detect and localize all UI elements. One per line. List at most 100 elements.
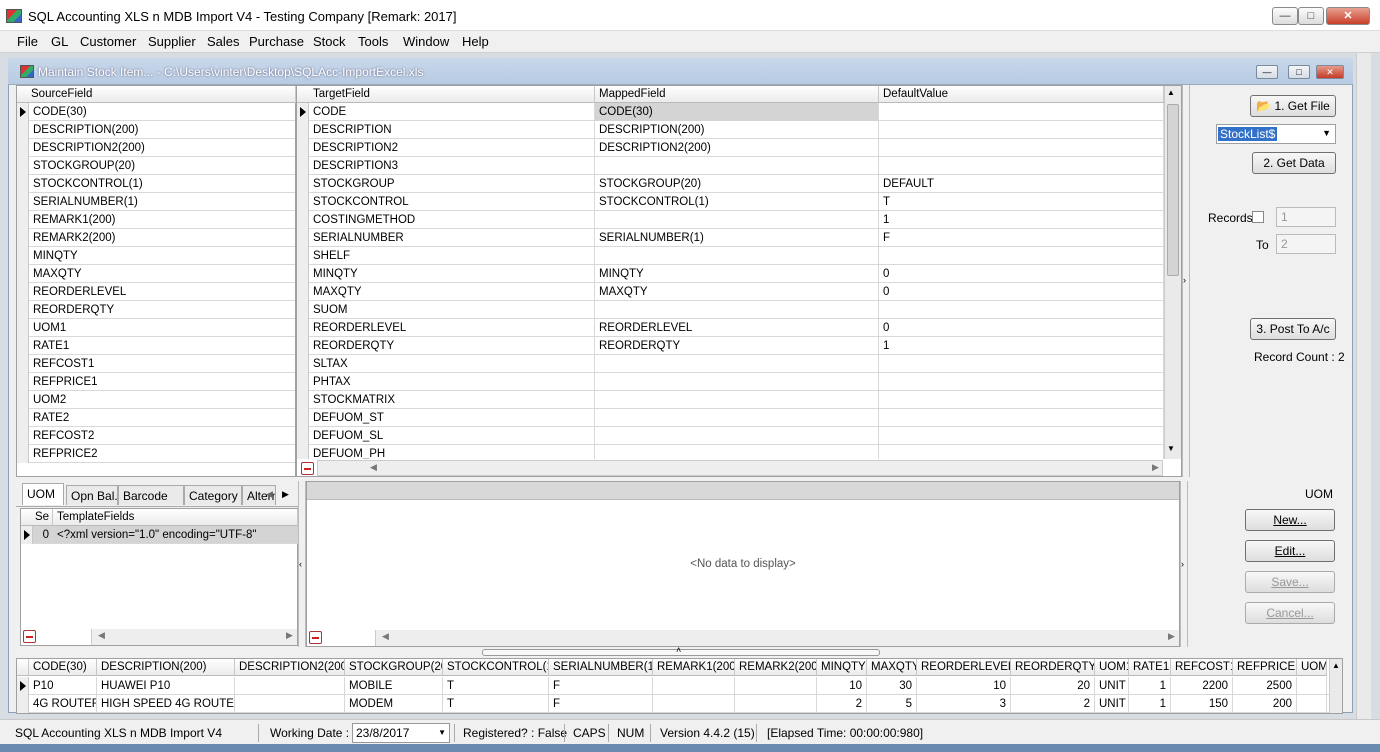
mapping-row[interactable]: SUOM — [297, 301, 1164, 319]
mapping-row[interactable]: STOCKCONTROL STOCKCONTROL(1) T — [297, 193, 1164, 211]
mapped-field-cell[interactable]: MAXQTY — [595, 283, 879, 301]
mapped-field-cell[interactable]: SERIALNUMBER(1) — [595, 229, 879, 247]
default-value-cell[interactable]: 1 — [879, 337, 1164, 355]
new-button[interactable]: New... — [1245, 509, 1335, 531]
mapped-field-cell[interactable]: REORDERLEVEL — [595, 319, 879, 337]
default-value-cell[interactable] — [879, 103, 1164, 121]
mapped-field-cell[interactable] — [595, 391, 879, 409]
cancel-button[interactable]: Cancel... — [1245, 602, 1335, 624]
source-row[interactable]: REFPRICE1 — [17, 373, 295, 391]
splitter-arrow-icon[interactable]: › — [1181, 559, 1184, 569]
data-column-header[interactable]: UOM1 — [1095, 659, 1129, 676]
data-vertical-scrollbar[interactable]: ▲ — [1329, 659, 1342, 713]
mapping-row[interactable]: DESCRIPTION2 DESCRIPTION2(200) — [297, 139, 1164, 157]
mapped-field-cell[interactable]: STOCKCONTROL(1) — [595, 193, 879, 211]
default-value-cell[interactable] — [879, 373, 1164, 391]
scroll-up-icon[interactable]: ▲ — [1167, 88, 1175, 97]
data-column-header[interactable]: MINQTY — [817, 659, 867, 676]
data-column-header[interactable]: REMARK1(200) — [653, 659, 735, 676]
data-column-header[interactable]: REORDERQTY — [1011, 659, 1095, 676]
minimize-icon[interactable]: — — [1272, 7, 1298, 25]
menu-help[interactable]: Help — [462, 34, 489, 49]
data-row[interactable]: 4G ROUTER HIGH SPEED 4G ROUTER MODEM T F 2 5 3 2… — [17, 695, 1329, 713]
sequence-header[interactable]: Se — [21, 509, 53, 526]
mapped-field-cell[interactable]: DESCRIPTION2(200) — [595, 139, 879, 157]
source-row[interactable]: MINQTY — [17, 247, 295, 265]
source-row[interactable]: RATE1 — [17, 337, 295, 355]
mapping-row[interactable]: REORDERLEVEL REORDERLEVEL 0 — [297, 319, 1164, 337]
chevron-down-icon[interactable]: ▼ — [1322, 128, 1331, 138]
chevron-up-icon[interactable]: ˄ — [676, 645, 681, 655]
data-column-header[interactable]: CODE(30) — [29, 659, 97, 676]
edit-button[interactable]: Edit... — [1245, 540, 1335, 562]
source-row[interactable]: REFCOST2 — [17, 427, 295, 445]
default-value-cell[interactable] — [879, 427, 1164, 445]
scroll-left-icon[interactable]: ◀ — [98, 630, 105, 641]
mapping-row[interactable]: STOCKMATRIX — [297, 391, 1164, 409]
mapping-row[interactable]: REORDERQTY REORDERQTY 1 — [297, 337, 1164, 355]
data-column-header[interactable]: REMARK2(200) — [735, 659, 817, 676]
source-row[interactable]: STOCKCONTROL(1) — [17, 175, 295, 193]
mapped-field-cell[interactable] — [595, 211, 879, 229]
data-column-header[interactable]: RATE1 — [1129, 659, 1171, 676]
get-data-button[interactable]: 2. Get Data — [1252, 152, 1336, 174]
scroll-right-icon[interactable]: ▶ — [286, 630, 293, 641]
mapping-vertical-scrollbar[interactable]: ▲ ▼ — [1164, 86, 1181, 459]
data-column-header[interactable]: MAXQTY — [867, 659, 917, 676]
mapping-row[interactable]: STOCKGROUP STOCKGROUP(20) DEFAULT — [297, 175, 1164, 193]
scroll-right-icon[interactable]: ▶ — [1152, 462, 1159, 473]
records-from-spinner[interactable]: 1 — [1276, 207, 1336, 227]
data-column-header[interactable]: DESCRIPTION2(200) — [235, 659, 345, 676]
menu-file[interactable]: File — [17, 34, 38, 49]
template-delete-icon[interactable] — [23, 630, 36, 643]
scroll-left-icon[interactable]: ◀ — [382, 631, 389, 642]
detail-delete-icon[interactable] — [309, 631, 322, 644]
source-row[interactable]: SERIALNUMBER(1) — [17, 193, 295, 211]
tab-uom[interactable]: UOM — [22, 483, 64, 505]
scroll-down-icon[interactable]: ▼ — [1167, 444, 1175, 453]
default-value-cell[interactable] — [879, 247, 1164, 265]
default-value-header[interactable]: DefaultValue — [879, 86, 1164, 103]
records-checkbox[interactable] — [1252, 211, 1264, 223]
splitter-right-lower[interactable]: › — [1180, 481, 1188, 647]
source-row[interactable]: REORDERQTY — [17, 301, 295, 319]
mapped-field-cell[interactable] — [595, 427, 879, 445]
default-value-cell[interactable]: 1 — [879, 211, 1164, 229]
default-value-cell[interactable] — [879, 409, 1164, 427]
data-column-header[interactable]: REORDERLEVEL — [917, 659, 1011, 676]
mapping-row[interactable]: DESCRIPTION DESCRIPTION(200) — [297, 121, 1164, 139]
mapping-row[interactable]: SERIALNUMBER SERIALNUMBER(1) F — [297, 229, 1164, 247]
mapping-row[interactable]: DEFUOM_PH — [297, 445, 1164, 459]
splitter-left[interactable]: ‹ — [298, 481, 306, 647]
menu-purchase[interactable]: Purchase — [249, 34, 304, 49]
default-value-cell[interactable]: 0 — [879, 265, 1164, 283]
default-value-cell[interactable] — [879, 139, 1164, 157]
menu-customer[interactable]: Customer — [80, 34, 136, 49]
source-row[interactable]: CODE(30) — [17, 103, 295, 121]
data-column-header[interactable]: REFCOST1 — [1171, 659, 1233, 676]
horizontal-splitter[interactable]: ˄ — [482, 645, 880, 656]
menu-gl[interactable]: GL — [51, 34, 68, 49]
default-value-cell[interactable] — [879, 355, 1164, 373]
data-column-header[interactable]: REFPRICE1 — [1233, 659, 1297, 676]
post-to-account-button[interactable]: 3. Post To A/c — [1250, 318, 1336, 340]
menu-stock[interactable]: Stock — [313, 34, 346, 49]
tab-barcode[interactable]: Barcode — [118, 485, 184, 505]
default-value-cell[interactable] — [879, 157, 1164, 175]
scroll-up-icon[interactable]: ▲ — [1332, 661, 1340, 670]
mapped-field-cell[interactable] — [595, 373, 879, 391]
tab-opening-balance[interactable]: Opn Bal. — [66, 485, 118, 505]
tab-scroll-right-icon[interactable]: ▶ — [282, 489, 289, 500]
data-column-header[interactable]: SERIALNUMBER(1) — [549, 659, 653, 676]
mapping-row[interactable]: MAXQTY MAXQTY 0 — [297, 283, 1164, 301]
source-row[interactable]: REFCOST1 — [17, 355, 295, 373]
splitter-arrow-icon[interactable]: › — [1183, 275, 1186, 285]
mapped-field-cell[interactable]: DESCRIPTION(200) — [595, 121, 879, 139]
source-field-header[interactable]: SourceField — [17, 86, 296, 103]
mapped-field-cell[interactable] — [595, 355, 879, 373]
mapping-row[interactable]: SHELF — [297, 247, 1164, 265]
template-row[interactable]: 0 <?xml version="1.0" encoding="UTF-8" — [21, 526, 298, 544]
splitter-right[interactable]: › — [1182, 85, 1190, 477]
default-value-cell[interactable] — [879, 445, 1164, 459]
data-column-header[interactable]: STOCKCONTROL(1) — [443, 659, 549, 676]
